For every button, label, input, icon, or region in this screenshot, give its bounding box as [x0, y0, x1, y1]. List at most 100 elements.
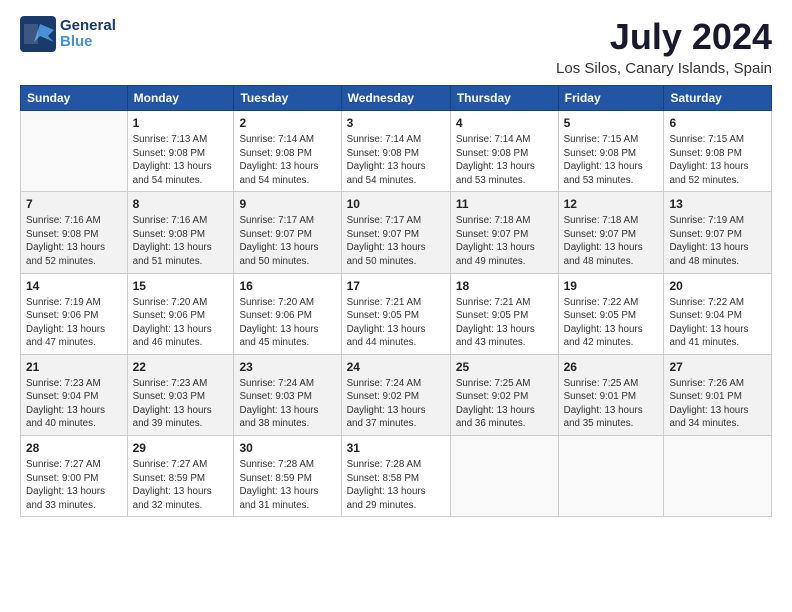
day-number: 3 — [347, 115, 445, 131]
day-number: 7 — [26, 196, 122, 212]
header: General Blue July 2024 Los Silos, Canary… — [20, 16, 772, 77]
day-info: Sunrise: 7:16 AM Sunset: 9:08 PM Dayligh… — [26, 214, 122, 268]
day-number: 13 — [669, 196, 766, 212]
day-header-wednesday: Wednesday — [341, 86, 450, 111]
day-header-saturday: Saturday — [664, 86, 772, 111]
day-number: 19 — [564, 278, 659, 294]
day-number: 4 — [456, 115, 553, 131]
calendar-page: General Blue July 2024 Los Silos, Canary… — [0, 0, 792, 612]
day-number: 15 — [133, 278, 229, 294]
day-number: 12 — [564, 196, 659, 212]
day-number: 8 — [133, 196, 229, 212]
day-cell: 26Sunrise: 7:25 AM Sunset: 9:01 PM Dayli… — [558, 354, 664, 435]
day-cell: 18 Sunrise: 7:21 AM Sunset: 9:05 PM Dayli… — [450, 273, 558, 354]
day-cell: 12 Sunrise: 7:18 AM Sunset: 9:07 PM Dayli… — [558, 192, 664, 273]
day-info: Sunrise: 7:17 AM Sunset: 9:07 PM Dayligh… — [347, 214, 445, 268]
day-number: 24 — [347, 359, 445, 375]
main-title: July 2024 — [556, 16, 772, 58]
day-cell: 2 Sunrise: 7:14 AM Sunset: 9:08 PM Daylig… — [234, 111, 341, 192]
title-block: July 2024 Los Silos, Canary Islands, Spa… — [556, 16, 772, 77]
day-info: Sunrise: 7:28 AM Sunset: 8:58 PM Dayligh… — [347, 458, 445, 512]
day-info: Sunrise: 7:14 AM Sunset: 9:08 PM Dayligh… — [456, 133, 553, 187]
day-cell: 10Sunrise: 7:17 AM Sunset: 9:07 PM Dayli… — [341, 192, 450, 273]
day-cell: 17 Sunrise: 7:21 AM Sunset: 9:05 PM Dayli… — [341, 273, 450, 354]
day-cell: 21 Sunrise: 7:23 AM Sunset: 9:04 PM Dayli… — [21, 354, 128, 435]
day-info: Sunrise: 7:27 AM Sunset: 8:59 PM Dayligh… — [133, 458, 229, 512]
week-row-2: 7 Sunrise: 7:16 AM Sunset: 9:08 PM Daylig… — [21, 192, 772, 273]
day-info: Sunrise: 7:26 AM Sunset: 9:01 PM Dayligh… — [669, 377, 766, 431]
day-number: 26 — [564, 359, 659, 375]
day-info: Sunrise: 7:15 AM Sunset: 9:08 PM Dayligh… — [669, 133, 766, 187]
day-info: Sunrise: 7:22 AM Sunset: 9:04 PM Dayligh… — [669, 296, 766, 350]
week-row-1: 1Sunrise: 7:13 AM Sunset: 9:08 PM Daylig… — [21, 111, 772, 192]
day-number: 21 — [26, 359, 122, 375]
logo: General Blue — [20, 16, 116, 52]
day-number: 5 — [564, 115, 659, 131]
day-info: Sunrise: 7:28 AM Sunset: 8:59 PM Dayligh… — [239, 458, 335, 512]
day-info: Sunrise: 7:22 AM Sunset: 9:05 PM Dayligh… — [564, 296, 659, 350]
day-number: 2 — [239, 115, 335, 131]
day-cell: 27 Sunrise: 7:26 AM Sunset: 9:01 PM Dayli… — [664, 354, 772, 435]
day-cell: 28 Sunrise: 7:27 AM Sunset: 9:00 PM Dayli… — [21, 436, 128, 517]
day-info: Sunrise: 7:14 AM Sunset: 9:08 PM Dayligh… — [347, 133, 445, 187]
day-number: 6 — [669, 115, 766, 131]
day-cell: 1Sunrise: 7:13 AM Sunset: 9:08 PM Daylig… — [127, 111, 234, 192]
day-number: 22 — [133, 359, 229, 375]
day-number: 31 — [347, 440, 445, 456]
day-cell — [21, 111, 128, 192]
day-info: Sunrise: 7:18 AM Sunset: 9:07 PM Dayligh… — [564, 214, 659, 268]
day-number: 18 — [456, 278, 553, 294]
calendar-table: SundayMondayTuesdayWednesdayThursdayFrid… — [20, 85, 772, 517]
day-info: Sunrise: 7:19 AM Sunset: 9:07 PM Dayligh… — [669, 214, 766, 268]
day-info: Sunrise: 7:25 AM Sunset: 9:02 PM Dayligh… — [456, 377, 553, 431]
week-row-5: 28 Sunrise: 7:27 AM Sunset: 9:00 PM Dayli… — [21, 436, 772, 517]
day-info: Sunrise: 7:17 AM Sunset: 9:07 PM Dayligh… — [239, 214, 335, 268]
day-header-friday: Friday — [558, 86, 664, 111]
day-cell: 5 Sunrise: 7:15 AM Sunset: 9:08 PM Daylig… — [558, 111, 664, 192]
day-number: 11 — [456, 196, 553, 212]
day-cell: 23Sunrise: 7:24 AM Sunset: 9:03 PM Dayli… — [234, 354, 341, 435]
day-info: Sunrise: 7:16 AM Sunset: 9:08 PM Dayligh… — [133, 214, 229, 268]
day-info: Sunrise: 7:19 AM Sunset: 9:06 PM Dayligh… — [26, 296, 122, 350]
day-info: Sunrise: 7:15 AM Sunset: 9:08 PM Dayligh… — [564, 133, 659, 187]
day-cell: 8 Sunrise: 7:16 AM Sunset: 9:08 PM Daylig… — [127, 192, 234, 273]
day-header-sunday: Sunday — [21, 86, 128, 111]
day-header-tuesday: Tuesday — [234, 86, 341, 111]
day-info: Sunrise: 7:24 AM Sunset: 9:02 PM Dayligh… — [347, 377, 445, 431]
day-info: Sunrise: 7:14 AM Sunset: 9:08 PM Dayligh… — [239, 133, 335, 187]
day-cell: 14 Sunrise: 7:19 AM Sunset: 9:06 PM Dayli… — [21, 273, 128, 354]
day-info: Sunrise: 7:20 AM Sunset: 9:06 PM Dayligh… — [133, 296, 229, 350]
logo-icon — [20, 16, 56, 52]
day-number: 30 — [239, 440, 335, 456]
day-info: Sunrise: 7:23 AM Sunset: 9:04 PM Dayligh… — [26, 377, 122, 431]
day-info: Sunrise: 7:20 AM Sunset: 9:06 PM Dayligh… — [239, 296, 335, 350]
day-info: Sunrise: 7:18 AM Sunset: 9:07 PM Dayligh… — [456, 214, 553, 268]
day-cell: 13 Sunrise: 7:19 AM Sunset: 9:07 PM Dayli… — [664, 192, 772, 273]
logo-text-line2: Blue — [60, 34, 116, 51]
week-row-4: 21 Sunrise: 7:23 AM Sunset: 9:04 PM Dayli… — [21, 354, 772, 435]
logo-text-line1: General — [60, 18, 116, 35]
day-number: 9 — [239, 196, 335, 212]
day-cell: 3 Sunrise: 7:14 AM Sunset: 9:08 PM Daylig… — [341, 111, 450, 192]
day-cell: 7 Sunrise: 7:16 AM Sunset: 9:08 PM Daylig… — [21, 192, 128, 273]
day-info: Sunrise: 7:21 AM Sunset: 9:05 PM Dayligh… — [456, 296, 553, 350]
day-cell: 29Sunrise: 7:27 AM Sunset: 8:59 PM Dayli… — [127, 436, 234, 517]
day-number: 23 — [239, 359, 335, 375]
day-number: 25 — [456, 359, 553, 375]
day-number: 27 — [669, 359, 766, 375]
day-cell: 31 Sunrise: 7:28 AM Sunset: 8:58 PM Dayli… — [341, 436, 450, 517]
day-cell — [450, 436, 558, 517]
day-number: 14 — [26, 278, 122, 294]
day-info: Sunrise: 7:21 AM Sunset: 9:05 PM Dayligh… — [347, 296, 445, 350]
day-number: 17 — [347, 278, 445, 294]
day-header-thursday: Thursday — [450, 86, 558, 111]
day-info: Sunrise: 7:23 AM Sunset: 9:03 PM Dayligh… — [133, 377, 229, 431]
day-cell: 22 Sunrise: 7:23 AM Sunset: 9:03 PM Dayli… — [127, 354, 234, 435]
day-cell: 20Sunrise: 7:22 AM Sunset: 9:04 PM Dayli… — [664, 273, 772, 354]
day-number: 1 — [133, 115, 229, 131]
day-info: Sunrise: 7:27 AM Sunset: 9:00 PM Dayligh… — [26, 458, 122, 512]
day-cell: 11 Sunrise: 7:18 AM Sunset: 9:07 PM Dayli… — [450, 192, 558, 273]
day-cell: 4 Sunrise: 7:14 AM Sunset: 9:08 PM Daylig… — [450, 111, 558, 192]
day-number: 28 — [26, 440, 122, 456]
subtitle: Los Silos, Canary Islands, Spain — [556, 60, 772, 77]
